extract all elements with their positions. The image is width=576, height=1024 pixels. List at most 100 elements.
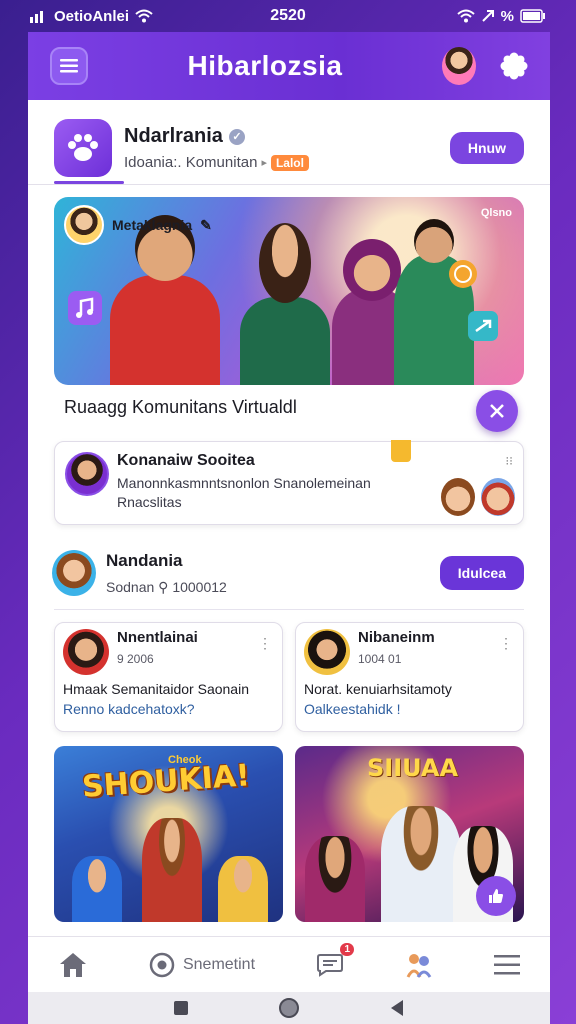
recents-icon[interactable] xyxy=(173,1000,189,1016)
notice-stickers xyxy=(441,478,515,516)
post-avatar xyxy=(304,629,350,675)
battery-icon xyxy=(520,9,545,23)
wifi-icon xyxy=(135,9,153,23)
media-title: SIIUAA xyxy=(367,754,459,782)
thumbs-up-icon xyxy=(489,889,503,903)
chat-icon xyxy=(317,953,344,977)
bottom-nav: Snemetint 1 xyxy=(28,936,550,992)
back-icon[interactable] xyxy=(389,999,405,1017)
arrow-icon: ▸ xyxy=(261,157,267,169)
notice-line-2: Rnacslitas xyxy=(117,494,182,510)
wifi-icon-right xyxy=(456,9,475,23)
paw-icon xyxy=(68,134,98,161)
media-grid: SHOUKIA! Cheok SIIUAA xyxy=(28,732,550,922)
more-icon[interactable]: ⋮ xyxy=(499,635,513,652)
community-name-text: Ndarlrania xyxy=(124,125,223,147)
post-avatar xyxy=(63,629,109,675)
hero-avatar xyxy=(64,205,104,245)
music-icon xyxy=(68,291,102,325)
notice-text: Manonnkasmnntsnonlon Snanolemeinan Rnacs… xyxy=(117,474,371,512)
verified-icon: ✓ xyxy=(228,128,245,145)
more-icon[interactable]: ⋮ xyxy=(258,635,272,652)
active-tab-indicator xyxy=(54,181,124,184)
target-icon xyxy=(149,952,175,977)
sticker-face-1 xyxy=(441,478,475,516)
share-icon xyxy=(468,311,498,341)
close-icon xyxy=(490,404,504,418)
notice-line-1: Manonnkasmnntsnonlon Snanolemeinan xyxy=(117,475,371,491)
section-subtitle: Sodnan ⚲ 1000012 xyxy=(106,579,440,596)
community-logo[interactable] xyxy=(54,119,112,177)
app-title: Hibarlozsia xyxy=(187,50,343,81)
nav-home[interactable] xyxy=(58,951,88,979)
media-character xyxy=(72,856,122,922)
menu-lines-icon xyxy=(493,954,520,974)
more-icon[interactable]: ⁝⁝ xyxy=(505,454,513,468)
community-badge: Lalol xyxy=(270,154,309,171)
section-count: 1000012 xyxy=(172,578,227,595)
nav-messages[interactable]: 1 xyxy=(316,942,355,977)
join-button[interactable]: Hnuw xyxy=(449,132,524,164)
section-search-icon: ⚲ xyxy=(158,578,173,595)
nav-discover-label: Snemetint xyxy=(182,955,256,973)
clock-icon xyxy=(449,260,477,288)
community-subtitle: Idoania:. Komunitan ▸ Lalol xyxy=(124,154,450,171)
main-content: Ndarlrania ✓ Idoania:. Komunitan ▸ Lalol… xyxy=(28,100,550,936)
hero-banner[interactable]: Metaklagnia ✎ Qlsno xyxy=(54,197,524,385)
system-nav-bar xyxy=(28,992,550,1024)
post-text: Norat. kenuiarhsitamoty xyxy=(304,681,452,697)
hero-person-1 xyxy=(110,215,220,385)
section-header: Nandania Sodnan ⚲ 1000012 Idulcea xyxy=(28,525,550,601)
section-avatar[interactable] xyxy=(52,550,96,596)
app-screen: Hibarlozsia Ndarlrania ✓ Idoania:. Komun… xyxy=(28,32,550,1024)
media-card[interactable]: SHOUKIA! Cheok xyxy=(54,746,283,922)
post-grid: Nnentlainai 9 2006 ⋮ Hmaak Semanitaidor … xyxy=(28,610,550,732)
section-sub-text: Sodnan xyxy=(106,578,155,595)
pencil-icon: ✎ xyxy=(200,216,212,233)
menu-button[interactable] xyxy=(50,47,88,85)
battery-percent: % xyxy=(500,7,514,25)
post-meta: 1004 01 xyxy=(358,652,402,666)
status-bar: OetioAnlei 2520 % xyxy=(0,0,576,32)
like-button[interactable] xyxy=(476,876,516,916)
hero-person-2 xyxy=(240,223,330,385)
notice-title: Konanaiw Sooitea xyxy=(117,452,255,469)
hero-tag-text: Metaklagnia xyxy=(112,217,193,233)
post-author: Nnentlainai xyxy=(117,629,198,646)
home-circle-icon[interactable] xyxy=(278,997,300,1019)
community-subtitle-text: Idoania:. Komunitan xyxy=(124,154,258,171)
close-button[interactable] xyxy=(476,390,518,432)
hero-caption: Ruaagg Komunitans Virtualdl xyxy=(64,397,297,417)
media-small-label: Cheok xyxy=(168,754,202,766)
notice-avatar xyxy=(65,452,109,496)
media-card[interactable]: SIIUAA xyxy=(295,746,524,922)
settings-icon[interactable] xyxy=(500,52,528,80)
media-character xyxy=(381,806,461,922)
post-card[interactable]: Nnentlainai 9 2006 ⋮ Hmaak Semanitaidor … xyxy=(54,622,283,732)
post-card[interactable]: Nibaneinm 1004 01 ⋮ Norat. kenuiarhsitam… xyxy=(295,622,524,732)
media-character xyxy=(218,856,268,922)
nav-community[interactable] xyxy=(405,951,433,979)
messages-badge: 1 xyxy=(340,942,355,956)
hero-tag: Metaklagnia ✎ xyxy=(64,205,212,245)
community-header: Ndarlrania ✓ Idoania:. Komunitan ▸ Lalol… xyxy=(28,100,550,184)
nav-menu[interactable] xyxy=(493,954,520,976)
nav-discover[interactable]: Snemetint xyxy=(149,952,255,978)
community-name: Ndarlrania ✓ xyxy=(124,125,450,148)
carrier-label: OetioAnlei xyxy=(54,7,130,25)
follow-button[interactable]: Idulcea xyxy=(439,556,524,590)
hero-corner-label: Qlsno xyxy=(480,207,512,219)
bookmark-icon xyxy=(391,440,411,462)
post-link[interactable]: Renno kadcehatoxk? xyxy=(63,701,274,717)
hamburger-icon xyxy=(60,59,78,73)
notice-card[interactable]: Konanaiw Sooitea Manonnkasmnntsnonlon Sn… xyxy=(54,440,524,525)
profile-avatar[interactable] xyxy=(441,47,476,85)
post-link[interactable]: Oalkeestahidk ! xyxy=(304,701,515,717)
people-icon xyxy=(406,953,432,978)
home-icon xyxy=(60,952,86,977)
status-time: 2520 xyxy=(270,7,306,24)
section-name: Nandania xyxy=(106,550,183,570)
media-character xyxy=(142,818,202,922)
app-header: Hibarlozsia xyxy=(28,32,550,100)
divider xyxy=(28,184,550,185)
